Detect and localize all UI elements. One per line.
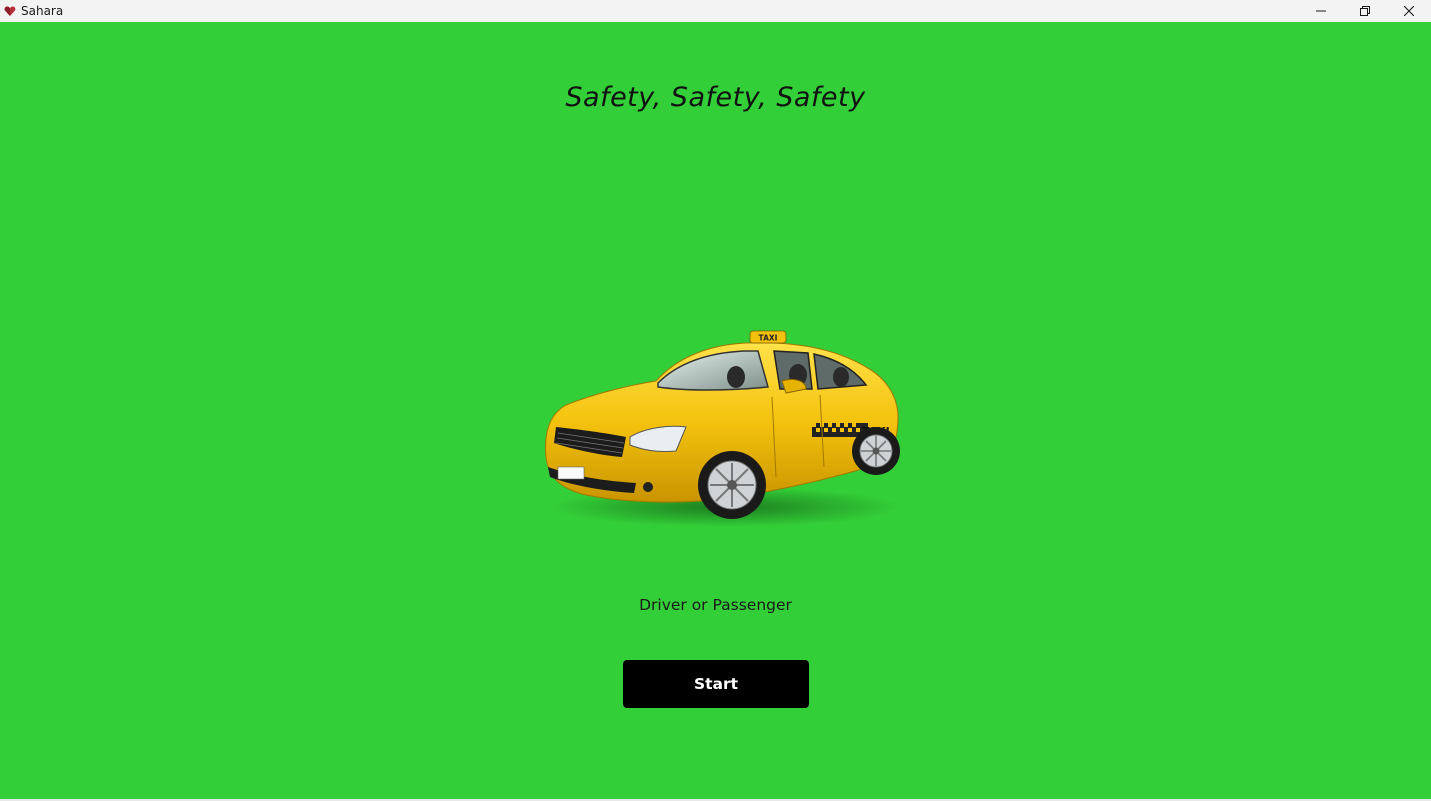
close-icon bbox=[1404, 6, 1414, 16]
close-button[interactable] bbox=[1387, 0, 1431, 22]
page-headline: Safety, Safety, Safety bbox=[565, 82, 866, 113]
minimize-button[interactable] bbox=[1299, 0, 1343, 22]
start-button[interactable]: Start bbox=[623, 660, 809, 708]
app-window: Sahara Safety, Safety, Safety TAXI Drive… bbox=[0, 0, 1431, 801]
restore-icon bbox=[1360, 6, 1370, 16]
svg-text:TAXI: TAXI bbox=[759, 334, 778, 343]
role-prompt-text: Driver or Passenger bbox=[639, 596, 792, 614]
window-controls bbox=[1299, 0, 1431, 22]
restore-button[interactable] bbox=[1343, 0, 1387, 22]
minimize-icon bbox=[1316, 10, 1326, 12]
taxi-car-image: TAXI bbox=[545, 330, 901, 527]
title-bar[interactable]: Sahara bbox=[0, 0, 1431, 22]
app-logo-icon bbox=[4, 5, 16, 17]
main-content: Safety, Safety, Safety TAXI Driver or Pa… bbox=[0, 22, 1431, 799]
window-title: Sahara bbox=[21, 4, 64, 18]
